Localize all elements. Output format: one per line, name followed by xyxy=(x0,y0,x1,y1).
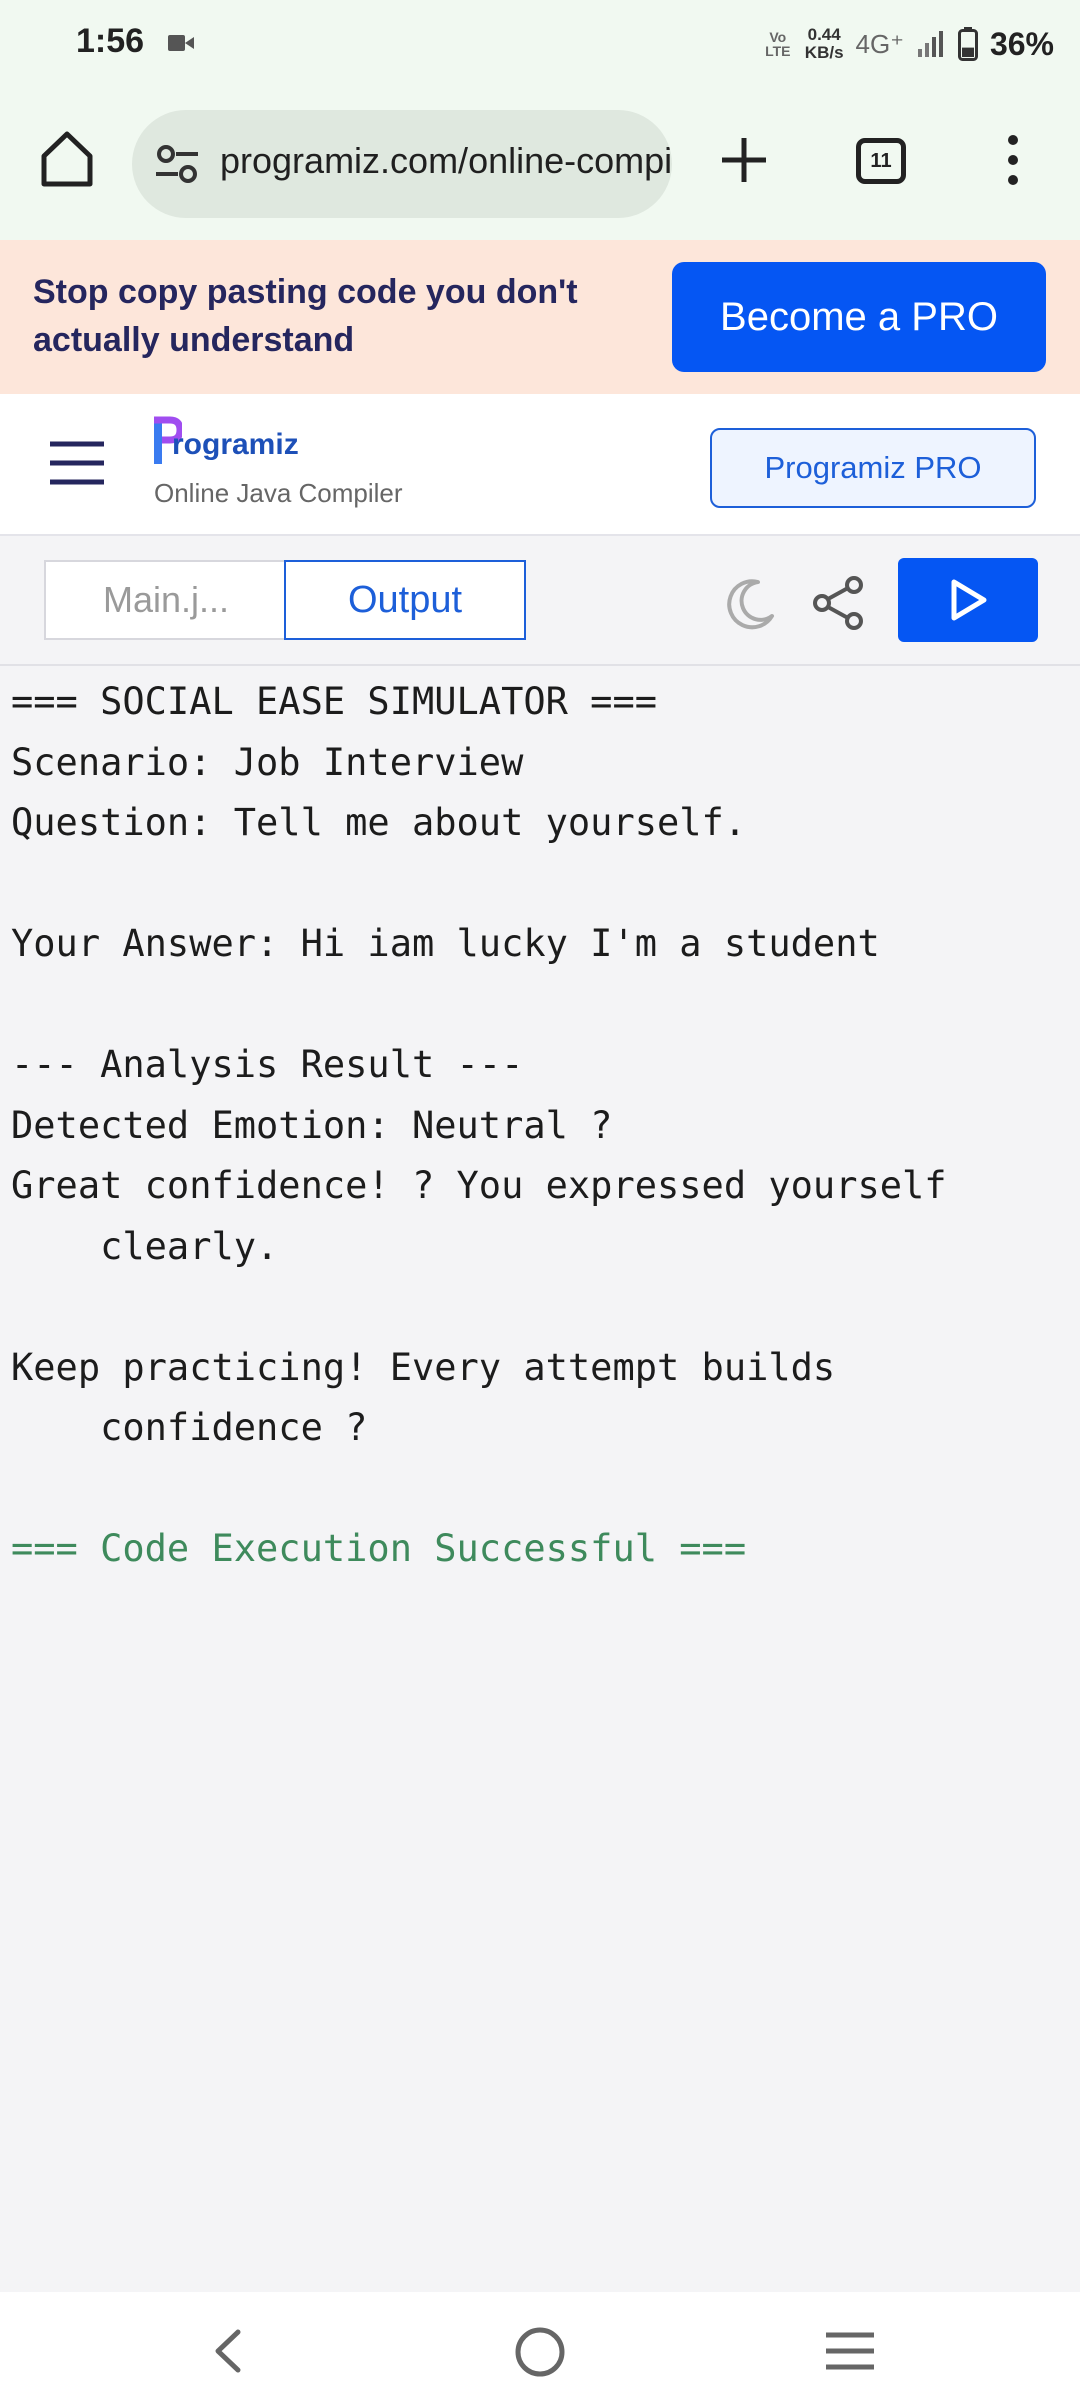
output-panel: === SOCIAL EASE SIMULATOR === Scenario: J… xyxy=(0,666,1080,2292)
share-icon[interactable] xyxy=(810,574,868,632)
back-icon[interactable] xyxy=(208,2326,248,2376)
system-nav-bar xyxy=(0,2292,1080,2408)
recent-apps-icon[interactable] xyxy=(822,2330,878,2372)
signal-icon xyxy=(917,31,943,57)
promo-banner: Stop copy pasting code you don't actuall… xyxy=(0,240,1080,394)
console-line: Great confidence! ? You expressed yourse… xyxy=(11,1164,947,1207)
promo-text: Stop copy pasting code you don't actuall… xyxy=(33,273,578,359)
network-type: 4G⁺ xyxy=(855,28,904,59)
home-icon[interactable] xyxy=(36,128,98,190)
url-text[interactable]: programiz.com/online-compiler/java xyxy=(220,140,672,182)
network-speed-unit: KB/s xyxy=(804,43,844,62)
battery-percent: 36% xyxy=(989,25,1054,62)
console-line: === SOCIAL EASE SIMULATOR === xyxy=(11,680,658,723)
status-bar: 1:56 Vo LTE 0.44 KB/s 4G⁺ 36% xyxy=(0,0,1080,88)
programiz-pro-button[interactable]: Programiz PRO xyxy=(710,428,1036,508)
programiz-logo[interactable]: rogramiz xyxy=(152,416,312,470)
console-line: Your Answer: Hi iam lucky I'm a student xyxy=(11,922,880,965)
screen-record-icon xyxy=(168,35,194,51)
browser-toolbar: programiz.com/online-compiler/java 11 xyxy=(0,88,1080,240)
execution-success-message: === Code Execution Successful === xyxy=(11,1527,747,1570)
editor-toolbar: Main.j... Output xyxy=(0,536,1080,666)
console-line: Detected Emotion: Neutral ? xyxy=(11,1103,613,1147)
status-indicators: Vo LTE 0.44 KB/s 4G⁺ 36% xyxy=(763,20,1054,68)
address-bar[interactable]: programiz.com/online-compiler/java xyxy=(132,110,672,218)
become-pro-button[interactable]: Become a PRO xyxy=(672,262,1046,372)
site-header: rogramiz Online Java Compiler Programiz … xyxy=(0,394,1080,536)
play-icon xyxy=(951,579,987,621)
volte-indicator: Vo LTE xyxy=(765,29,791,59)
console-line: clearly. xyxy=(11,1224,279,1268)
console-line: Keep practicing! Every attempt builds xyxy=(11,1345,836,1389)
status-time: 1:56 xyxy=(76,22,145,60)
console-output: === SOCIAL EASE SIMULATOR === Scenario: J… xyxy=(11,672,1061,1580)
tab-switcher-button[interactable]: 11 xyxy=(856,138,906,184)
dark-mode-icon[interactable] xyxy=(722,576,778,632)
home-circle-icon[interactable] xyxy=(512,2324,568,2380)
tab-main-file[interactable]: Main.j... xyxy=(44,560,286,640)
tab-output[interactable]: Output xyxy=(284,560,526,640)
page-subtitle: Online Java Compiler xyxy=(154,478,403,508)
console-line: Question: Tell me about yourself. xyxy=(11,801,747,844)
logo-text: rogramiz xyxy=(172,428,299,461)
network-speed-value: 0.44 xyxy=(807,25,841,44)
more-options-icon[interactable] xyxy=(1000,132,1026,188)
hamburger-menu-icon[interactable] xyxy=(48,436,106,490)
site-settings-icon[interactable] xyxy=(154,142,200,186)
console-line: --- Analysis Result --- xyxy=(11,1043,524,1086)
new-tab-icon[interactable] xyxy=(716,132,772,188)
console-line: Scenario: Job Interview xyxy=(11,740,524,784)
console-line: confidence ? xyxy=(11,1406,368,1449)
battery-icon xyxy=(957,27,978,61)
run-button[interactable] xyxy=(898,558,1038,642)
network-speed: 0.44 KB/s xyxy=(805,26,844,62)
